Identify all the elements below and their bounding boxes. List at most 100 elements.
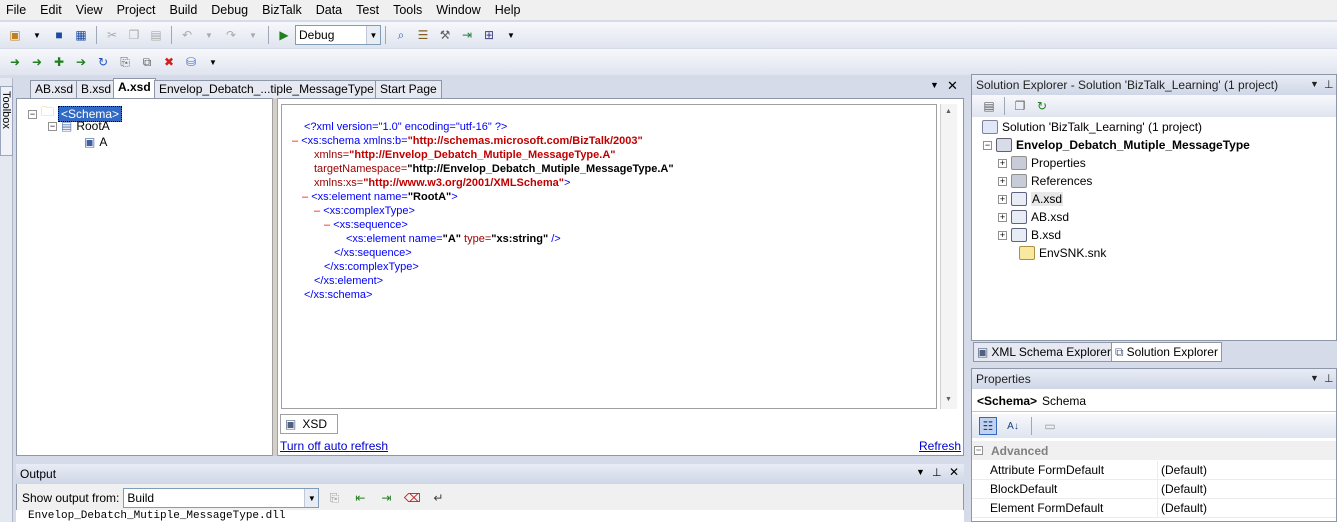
pane-splitter[interactable]	[272, 98, 278, 456]
se-item-a-xsd[interactable]: + A.xsd	[998, 192, 1064, 206]
toolbox-tools-icon[interactable]: ⚒	[436, 26, 454, 44]
window-position-icon[interactable]: ▼	[1310, 79, 1319, 89]
close-document-icon[interactable]: ✕	[947, 78, 958, 94]
find-in-files-icon[interactable]: ⌕	[392, 26, 410, 44]
se-item-envsnk[interactable]: EnvSNK.snk	[1019, 246, 1106, 260]
toolbar-options-icon[interactable]: ▼	[502, 26, 520, 44]
undo-icon[interactable]: ↶	[178, 26, 196, 44]
expand-icon[interactable]: +	[998, 230, 1007, 240]
property-row[interactable]: BlockDefault (Default)	[972, 480, 1336, 499]
property-value[interactable]: (Default)	[1158, 461, 1207, 479]
collapse-icon[interactable]: −	[974, 446, 983, 455]
solution-node[interactable]: Solution 'BizTalk_Learning' (1 project)	[982, 120, 1202, 134]
tab-start-page[interactable]: Start Page	[375, 80, 442, 98]
tab-xsd-view[interactable]: ▣ XSD	[280, 414, 338, 434]
property-pages-icon[interactable]: ▭	[1041, 417, 1059, 435]
alphabetical-icon[interactable]: A↓	[1004, 417, 1022, 435]
start-debug-icon[interactable]: ▶	[275, 26, 293, 44]
expand-icon[interactable]: +	[998, 194, 1007, 204]
expand-icon[interactable]: +	[998, 176, 1007, 186]
find-message-icon[interactable]: ⎘	[325, 489, 343, 507]
property-value[interactable]: (Default)	[1158, 480, 1207, 498]
auto-hide-pin-icon[interactable]: ⊥	[932, 466, 942, 479]
menu-edit[interactable]: Edit	[34, 0, 70, 20]
tab-envelop-schema[interactable]: Envelop_Debatch_...tiple_MessageType	[154, 80, 379, 98]
move-left-icon[interactable]: ✚	[50, 53, 68, 71]
project-node[interactable]: − Envelop_Debatch_Mutiple_MessageType	[983, 138, 1250, 152]
next-message-icon[interactable]: ⇥	[377, 489, 395, 507]
expand-icon[interactable]: +	[998, 212, 1007, 222]
show-all-files-icon[interactable]: ❐	[1011, 97, 1029, 115]
output-source-select[interactable]: Build ▼	[123, 488, 320, 508]
word-wrap-icon[interactable]: ↵	[429, 489, 447, 507]
tab-list-dropdown-icon[interactable]: ▼	[930, 80, 939, 90]
collapse-icon[interactable]: −	[28, 109, 37, 119]
tab-xml-schema-explorer[interactable]: ▣ XML Schema Explorer	[973, 342, 1115, 362]
toolbar-options-icon[interactable]: ▼	[204, 53, 222, 71]
dropdown-arrow-icon[interactable]: ▼	[28, 26, 46, 44]
turn-off-auto-refresh-link[interactable]: Turn off auto refresh	[280, 439, 388, 453]
close-icon[interactable]: ✕	[949, 465, 959, 479]
object-browser-icon[interactable]: ⊞	[480, 26, 498, 44]
categorized-icon[interactable]: ☷	[979, 417, 997, 435]
copy-icon[interactable]: ❐	[125, 26, 143, 44]
collapse-minus-icon[interactable]: –	[324, 219, 330, 231]
property-row[interactable]: Attribute FormDefault (Default)	[972, 461, 1336, 480]
solution-configuration-select[interactable]: Debug ▼	[295, 25, 381, 45]
solution-explorer-icon[interactable]: ⇥	[458, 26, 476, 44]
auto-hide-pin-icon[interactable]: ⊥	[1324, 372, 1334, 385]
tab-solution-explorer[interactable]: ⧉ Solution Explorer	[1111, 342, 1222, 362]
scroll-up-icon[interactable]: ▲	[945, 108, 952, 115]
new-project-icon[interactable]: ▣	[6, 26, 24, 44]
xml-vertical-scrollbar[interactable]: ▲ ▼	[940, 104, 957, 409]
redo-dropdown-icon[interactable]: ▼	[244, 26, 262, 44]
menu-build[interactable]: Build	[163, 0, 205, 20]
tree-node-field[interactable]: ▣ A	[84, 135, 107, 149]
move-right-icon[interactable]: ➔	[72, 53, 90, 71]
collapse-icon[interactable]: −	[983, 140, 992, 150]
previous-message-icon[interactable]: ⇤	[351, 489, 369, 507]
export-icon[interactable]: ⎘	[116, 53, 134, 71]
window-position-icon[interactable]: ▼	[1310, 373, 1319, 383]
refresh-icon[interactable]: ↻	[94, 53, 112, 71]
redo-icon[interactable]: ↷	[222, 26, 240, 44]
se-item-properties[interactable]: + Properties	[998, 156, 1086, 170]
expand-icon[interactable]: +	[998, 158, 1007, 168]
menu-biztalk[interactable]: BizTalk	[256, 0, 310, 20]
menu-view[interactable]: View	[70, 0, 111, 20]
undo-dropdown-icon[interactable]: ▼	[200, 26, 218, 44]
tab-b-xsd[interactable]: B.xsd	[76, 80, 117, 98]
paste-icon[interactable]: ▤	[147, 26, 165, 44]
menu-test[interactable]: Test	[350, 0, 387, 20]
forward-arrow-icon-2[interactable]: ➜	[28, 53, 46, 71]
properties-object-selector[interactable]: <Schema> Schema	[972, 390, 1336, 412]
tab-ab-xsd[interactable]: AB.xsd	[30, 80, 79, 98]
refresh-link[interactable]: Refresh	[919, 439, 961, 453]
menu-tools[interactable]: Tools	[387, 0, 430, 20]
collapse-minus-icon[interactable]: –	[314, 205, 320, 217]
scroll-down-icon[interactable]: ▼	[945, 396, 952, 403]
se-item-references[interactable]: + References	[998, 174, 1092, 188]
toolbox-tab[interactable]: Toolbox	[0, 86, 13, 156]
copy-config-icon[interactable]: ⧉	[138, 53, 156, 71]
delete-icon[interactable]: ✖	[160, 53, 178, 71]
forward-arrow-icon[interactable]: ➜	[6, 53, 24, 71]
window-position-icon[interactable]: ▼	[916, 467, 925, 477]
properties-window-icon[interactable]: ☰	[414, 26, 432, 44]
menu-project[interactable]: Project	[111, 0, 164, 20]
auto-hide-pin-icon[interactable]: ⊥	[1324, 78, 1334, 91]
properties-icon[interactable]: ▤	[980, 97, 998, 115]
refresh-icon[interactable]: ↻	[1033, 97, 1051, 115]
menu-file[interactable]: File	[0, 0, 34, 20]
menu-debug[interactable]: Debug	[205, 0, 256, 20]
collapse-minus-icon[interactable]: –	[292, 135, 298, 147]
property-category-advanced[interactable]: − Advanced	[972, 441, 1336, 460]
database-icon[interactable]: ⛁	[182, 53, 200, 71]
clear-all-icon[interactable]: ⌫	[403, 489, 421, 507]
se-item-b-xsd[interactable]: + B.xsd	[998, 228, 1061, 242]
save-icon[interactable]: ■	[50, 26, 68, 44]
cut-icon[interactable]: ✂	[103, 26, 121, 44]
collapse-icon[interactable]: −	[48, 121, 57, 131]
property-row[interactable]: Element FormDefault (Default)	[972, 499, 1336, 518]
menu-window[interactable]: Window	[430, 0, 488, 20]
